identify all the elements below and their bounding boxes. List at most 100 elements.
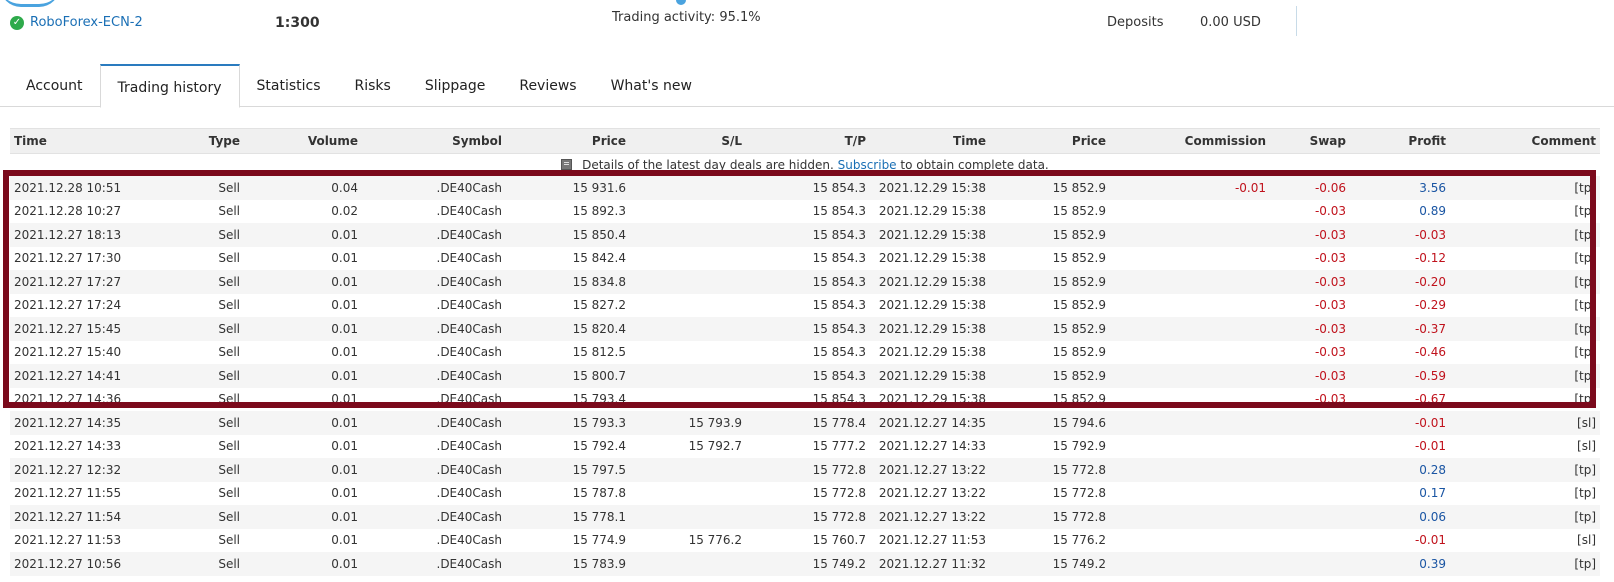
col-close-time[interactable]: Time: [870, 128, 990, 154]
table-row: 2021.12.27 17:30 Sell 0.01 .DE40Cash 15 842.…: [10, 246, 1600, 270]
tab-slippage[interactable]: Slippage: [408, 64, 503, 106]
col-swap[interactable]: Swap: [1270, 128, 1350, 154]
tab-bar: Account Trading history Statistics Risks…: [0, 64, 1614, 108]
cell-tp: 15 854.3: [746, 364, 870, 388]
tab-reviews[interactable]: Reviews: [502, 64, 593, 106]
cell-close-price: 15 852.9: [990, 223, 1110, 247]
cell-close-time: 2021.12.29 15:38: [870, 293, 990, 317]
cell-open-time: 2021.12.27 14:33: [10, 434, 160, 458]
tab-risks[interactable]: Risks: [338, 64, 408, 106]
cell-volume: 0.01: [244, 293, 362, 317]
table-row: 2021.12.27 11:54 Sell 0.01 .DE40Cash 15 778.…: [10, 505, 1600, 529]
col-open-price[interactable]: Price: [506, 128, 630, 154]
cell-volume: 0.01: [244, 411, 362, 435]
cell-comment: [tp]: [1450, 317, 1600, 341]
cell-tp: 15 760.7: [746, 528, 870, 552]
subscribe-link[interactable]: Subscribe: [838, 158, 897, 172]
col-type[interactable]: Type: [160, 128, 244, 154]
cell-profit: -0.46: [1350, 340, 1450, 364]
cell-open-time: 2021.12.27 14:41: [10, 364, 160, 388]
col-comment[interactable]: Comment: [1450, 128, 1600, 154]
table-header-row: Time Type Volume Symbol Price S/L T/P Ti…: [10, 128, 1600, 154]
cell-volume: 0.01: [244, 434, 362, 458]
cell-open-price: 15 931.6: [506, 176, 630, 200]
cell-swap: -0.03: [1270, 270, 1350, 294]
cell-close-price: 15 749.2: [990, 552, 1110, 576]
col-symbol[interactable]: Symbol: [362, 128, 506, 154]
cell-swap: [1270, 481, 1350, 505]
cell-type: Sell: [160, 387, 244, 411]
cell-volume: 0.01: [244, 528, 362, 552]
col-tp[interactable]: T/P: [746, 128, 870, 154]
cell-tp: 15 772.8: [746, 505, 870, 529]
cell-volume: 0.01: [244, 481, 362, 505]
cell-comment: [tp]: [1450, 364, 1600, 388]
cell-symbol: .DE40Cash: [362, 246, 506, 270]
cell-close-price: 15 852.9: [990, 270, 1110, 294]
notice-text: Details of the latest day deals are hidd…: [582, 158, 834, 172]
cell-profit: -0.67: [1350, 387, 1450, 411]
cell-type: Sell: [160, 552, 244, 576]
cell-tp: 15 854.3: [746, 340, 870, 364]
cell-sl: [630, 387, 746, 411]
cell-volume: 0.01: [244, 223, 362, 247]
cell-comment: [tp]: [1450, 246, 1600, 270]
cell-open-time: 2021.12.27 14:36: [10, 387, 160, 411]
col-open-time[interactable]: Time: [10, 128, 160, 154]
col-profit[interactable]: Profit: [1350, 128, 1450, 154]
table-row: 2021.12.27 14:35 Sell 0.01 .DE40Cash 15 793.…: [10, 411, 1600, 435]
cell-commission: [1110, 364, 1270, 388]
cell-open-time: 2021.12.27 12:32: [10, 458, 160, 482]
cell-close-price: 15 852.9: [990, 176, 1110, 200]
cell-open-price: 15 793.3: [506, 411, 630, 435]
cell-swap: -0.06: [1270, 176, 1350, 200]
cell-sl: [630, 176, 746, 200]
cell-open-time: 2021.12.27 17:27: [10, 270, 160, 294]
cell-profit: 0.28: [1350, 458, 1450, 482]
cell-profit: -0.59: [1350, 364, 1450, 388]
cell-swap: [1270, 505, 1350, 529]
cell-close-price: 15 792.9: [990, 434, 1110, 458]
cell-sl: [630, 458, 746, 482]
cell-close-time: 2021.12.29 15:38: [870, 176, 990, 200]
cell-open-price: 15 812.5: [506, 340, 630, 364]
cell-open-time: 2021.12.27 15:40: [10, 340, 160, 364]
col-volume[interactable]: Volume: [244, 128, 362, 154]
cell-type: Sell: [160, 223, 244, 247]
table-row: 2021.12.27 17:24 Sell 0.01 .DE40Cash 15 827.…: [10, 293, 1600, 317]
tab-account[interactable]: Account: [9, 64, 100, 106]
cell-tp: 15 749.2: [746, 552, 870, 576]
col-close-price[interactable]: Price: [990, 128, 1110, 154]
cell-open-time: 2021.12.27 11:55: [10, 481, 160, 505]
cell-type: Sell: [160, 505, 244, 529]
table-row: 2021.12.27 10:56 Sell 0.01 .DE40Cash 15 783.…: [10, 552, 1600, 576]
cell-profit: 0.06: [1350, 505, 1450, 529]
trading-activity-label: Trading activity:: [612, 10, 716, 25]
cell-commission: [1110, 481, 1270, 505]
col-sl[interactable]: S/L: [630, 128, 746, 154]
col-commission[interactable]: Commission: [1110, 128, 1270, 154]
table-row: 2021.12.27 11:53 Sell 0.01 .DE40Cash 15 774.…: [10, 528, 1600, 552]
info-icon: [561, 159, 573, 170]
cell-commission: [1110, 387, 1270, 411]
cell-commission: [1110, 411, 1270, 435]
cell-profit: -0.01: [1350, 411, 1450, 435]
cell-comment: [tp]: [1450, 270, 1600, 294]
cell-sl: [630, 199, 746, 223]
cell-tp: 15 854.3: [746, 199, 870, 223]
account-name[interactable]: ✓ RoboForex-ECN-2: [10, 15, 143, 30]
cell-close-time: 2021.12.29 15:38: [870, 340, 990, 364]
tab-statistics[interactable]: Statistics: [240, 64, 338, 106]
cell-volume: 0.01: [244, 246, 362, 270]
cell-symbol: .DE40Cash: [362, 434, 506, 458]
cell-swap: -0.03: [1270, 387, 1350, 411]
cell-open-time: 2021.12.27 11:53: [10, 528, 160, 552]
cell-sl: 15 792.7: [630, 434, 746, 458]
cell-symbol: .DE40Cash: [362, 293, 506, 317]
cell-symbol: .DE40Cash: [362, 364, 506, 388]
cell-close-time: 2021.12.27 11:32: [870, 552, 990, 576]
tab-whats-new[interactable]: What's new: [594, 64, 709, 106]
cell-comment: [tp]: [1450, 387, 1600, 411]
trading-activity-value: 95.1%: [719, 10, 761, 25]
tab-trading-history[interactable]: Trading history: [99, 64, 240, 108]
